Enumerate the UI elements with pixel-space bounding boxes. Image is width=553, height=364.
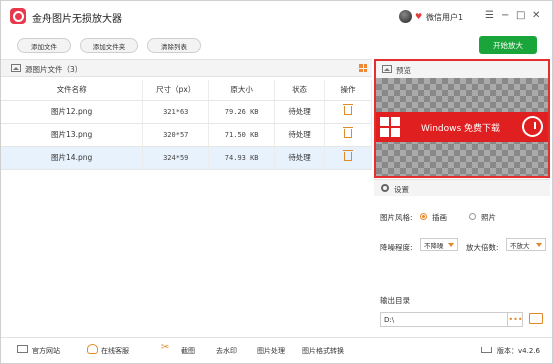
noise-select[interactable]: 不降噪 bbox=[420, 238, 458, 251]
settings-label: 设置 bbox=[394, 185, 409, 194]
close-icon[interactable]: ✕ bbox=[532, 10, 540, 21]
file-name: 图片12.png bbox=[1, 100, 144, 124]
service-link[interactable]: 在线客服 bbox=[101, 346, 129, 356]
download-icon bbox=[481, 347, 492, 353]
website-link[interactable]: 官方网站 bbox=[32, 346, 60, 356]
col-action: 操作 bbox=[324, 80, 372, 101]
add-file-button[interactable]: 添加文件 bbox=[17, 38, 71, 53]
screenshot-link[interactable]: 截图 bbox=[181, 346, 195, 356]
file-status: 待处理 bbox=[274, 146, 326, 170]
file-name: 图片14.png bbox=[1, 146, 144, 170]
preview-header: 预览 bbox=[376, 61, 548, 78]
file-dimensions: 321*63 bbox=[142, 100, 210, 124]
user-name[interactable]: 微信用户1 bbox=[426, 12, 463, 23]
file-dimensions: 320*57 bbox=[142, 123, 210, 147]
scale-label: 放大倍数: bbox=[466, 243, 499, 252]
app-window: 金舟图片无损放大器 ♥ 微信用户1 ☰ − □ ✕ 添加文件 添加文件夹 清除列… bbox=[0, 0, 553, 364]
file-table: 文件名称 尺寸（px） 原大小 状态 操作 图片12.png 321*63 79… bbox=[1, 80, 372, 170]
toolbar: 添加文件 添加文件夹 清除列表 开始放大 bbox=[1, 32, 552, 59]
col-status: 状态 bbox=[274, 80, 326, 101]
windows-logo-icon bbox=[380, 117, 400, 137]
preview-image: Windows 免费下载 bbox=[376, 112, 548, 142]
start-button[interactable]: 开始放大 bbox=[479, 36, 537, 54]
app-title: 金舟图片无损放大器 bbox=[32, 14, 122, 25]
image-process-link[interactable]: 图片处理 bbox=[257, 346, 285, 356]
settings-header: 设置 bbox=[374, 179, 550, 196]
preview-banner-text: Windows 免费下载 bbox=[421, 124, 501, 134]
file-list-header: 源图片文件（3） bbox=[1, 59, 372, 77]
table-row[interactable]: 图片13.png 320*57 71.50 KB 待处理 bbox=[1, 123, 372, 147]
heart-icon: ♥ bbox=[415, 12, 423, 21]
version-label: 版本：v4.2.6 bbox=[497, 347, 540, 355]
chevron-down-icon bbox=[536, 243, 542, 247]
noise-label: 降噪程度: bbox=[380, 243, 413, 252]
cloud-download-icon bbox=[522, 116, 543, 137]
file-original-size: 79.26 KB bbox=[208, 100, 276, 124]
folder-icon[interactable] bbox=[529, 313, 543, 324]
preview-label: 预览 bbox=[396, 66, 411, 75]
file-name: 图片13.png bbox=[1, 123, 144, 147]
add-folder-button[interactable]: 添加文件夹 bbox=[80, 38, 138, 53]
file-dimensions: 324*59 bbox=[142, 146, 210, 170]
scale-select[interactable]: 不放大 bbox=[506, 238, 546, 251]
style-label: 图片风格: bbox=[380, 213, 413, 222]
delete-cell bbox=[324, 100, 372, 124]
col-original-size: 原大小 bbox=[208, 80, 276, 101]
grid-view-icon[interactable] bbox=[359, 64, 367, 72]
scale-value: 不放大 bbox=[510, 241, 530, 250]
image-icon bbox=[382, 65, 392, 73]
table-row[interactable]: 图片12.png 321*63 79.26 KB 待处理 bbox=[1, 100, 372, 124]
maximize-icon[interactable]: □ bbox=[516, 10, 525, 21]
style-option-illustration[interactable]: 插画 bbox=[432, 212, 447, 223]
menu-icon[interactable]: ☰ bbox=[485, 10, 494, 21]
file-original-size: 74.93 KB bbox=[208, 146, 276, 170]
preview-canvas: Windows 免费下载 bbox=[376, 78, 548, 176]
headset-icon bbox=[87, 344, 98, 354]
app-logo-icon bbox=[10, 8, 26, 24]
status-bar: 官方网站 在线客服 ✂ 截图 去水印 图片处理 图片格式转换 版本：v4.2.6 bbox=[1, 337, 552, 363]
avatar[interactable] bbox=[399, 10, 412, 23]
style-radio-illustration[interactable] bbox=[420, 213, 427, 220]
chevron-down-icon bbox=[448, 243, 454, 247]
output-dir-input[interactable]: D:\ bbox=[380, 312, 523, 327]
browse-button[interactable]: ••• bbox=[507, 312, 523, 327]
output-label: 输出目录 bbox=[380, 296, 410, 305]
file-original-size: 71.50 KB bbox=[208, 123, 276, 147]
clear-list-button[interactable]: 清除列表 bbox=[147, 38, 201, 53]
monitor-icon bbox=[17, 345, 28, 353]
table-row-selected[interactable]: 图片14.png 324*59 74.93 KB 待处理 bbox=[1, 146, 372, 170]
col-size: 尺寸（px） bbox=[142, 80, 210, 101]
preview-panel: 预览 Windows 免费下载 bbox=[374, 59, 550, 178]
style-radio-photo[interactable] bbox=[469, 213, 476, 220]
file-list-title: 源图片文件（3） bbox=[25, 65, 83, 74]
minimize-icon[interactable]: − bbox=[501, 10, 509, 21]
trash-icon[interactable] bbox=[343, 150, 354, 161]
scissors-icon: ✂ bbox=[161, 342, 170, 353]
noise-value: 不降噪 bbox=[424, 241, 444, 250]
style-option-photo[interactable]: 照片 bbox=[481, 212, 496, 223]
format-convert-link[interactable]: 图片格式转换 bbox=[302, 346, 344, 356]
file-status: 待处理 bbox=[274, 123, 326, 147]
trash-icon[interactable] bbox=[343, 104, 354, 115]
image-icon bbox=[11, 64, 21, 72]
settings-panel: 设置 图片风格: 插画 照片 降噪程度: 不降噪 放大倍数: 不放大 输出目录 … bbox=[374, 178, 550, 331]
col-filename: 文件名称 bbox=[1, 80, 144, 101]
watermark-link[interactable]: 去水印 bbox=[216, 346, 237, 356]
file-status: 待处理 bbox=[274, 100, 326, 124]
title-bar: 金舟图片无损放大器 ♥ 微信用户1 ☰ − □ ✕ bbox=[1, 1, 552, 32]
delete-cell bbox=[324, 123, 372, 147]
delete-cell bbox=[324, 146, 372, 170]
trash-icon[interactable] bbox=[343, 127, 354, 138]
gear-icon bbox=[381, 184, 389, 192]
